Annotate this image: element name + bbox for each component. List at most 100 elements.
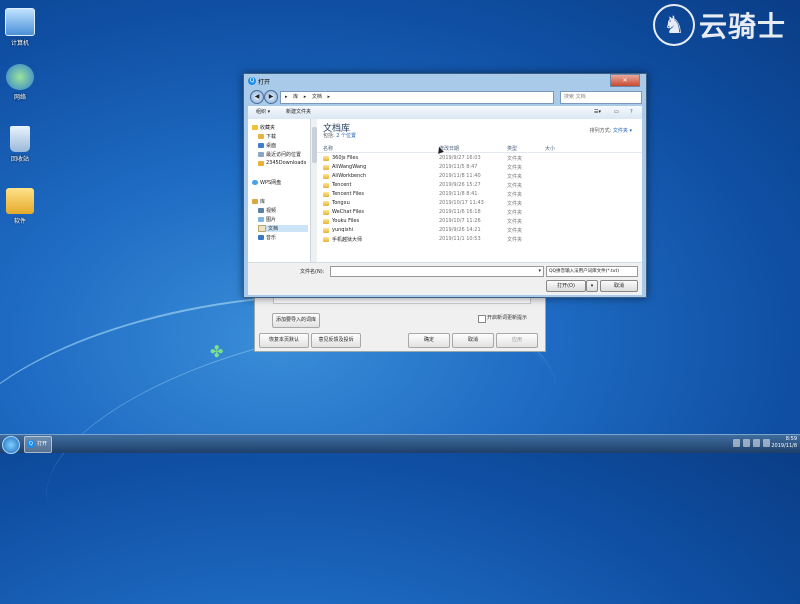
search-placeholder: 搜索 文档 (564, 94, 586, 100)
breadcrumb-documents[interactable]: 文档 (312, 94, 322, 100)
qq-pinyin-icon: Q (27, 439, 35, 448)
new-folder-button[interactable]: 新建文件夹 (286, 106, 311, 119)
folder-icon (323, 210, 329, 215)
navigation-bar: ◀ ▶ ▸ 库 ▸ 文档 ▸ 搜索 文档 (244, 88, 646, 106)
column-name[interactable]: 名称 (323, 145, 333, 152)
file-row[interactable]: AliWorkbench 2019/11/8 11:40 文件夹 (317, 172, 642, 181)
start-button[interactable] (2, 436, 20, 454)
network-icon (6, 64, 34, 90)
file-row[interactable]: AliWangWang 2019/11/5 8:47 文件夹 (317, 163, 642, 172)
file-type: 文件夹 (507, 165, 523, 171)
file-name: Youku Files (332, 218, 360, 224)
filename-label: 文件名(N): (300, 269, 325, 275)
folder-icon (323, 183, 329, 188)
address-bar[interactable]: ▸ 库 ▸ 文档 ▸ (280, 91, 554, 104)
file-type: 文件夹 (507, 228, 523, 234)
clock-time: 8:59 (785, 436, 797, 442)
breadcrumb-library[interactable]: 库 (293, 94, 298, 100)
nav-wps-cloud[interactable]: WPS网盘 (252, 179, 281, 186)
dialog-toolbar: 组织 ▾ 新建文件夹 ☰▾ ▭ ? (248, 106, 642, 120)
arrange-by: 排列方式: 文件夹 ▾ (589, 128, 632, 134)
organize-button[interactable]: 组织 ▾ (256, 106, 270, 119)
nav-documents[interactable]: 文档 (258, 225, 308, 232)
desktop-icon-network[interactable]: 网络 (0, 64, 40, 101)
help-icon[interactable]: ? (630, 106, 633, 119)
forward-button[interactable]: ▶ (264, 90, 278, 104)
folder-icon (323, 165, 329, 170)
ok-button[interactable]: 确定 (408, 333, 450, 348)
dialog-cancel-button[interactable]: 取消 (600, 280, 638, 292)
file-type: 文件夹 (507, 219, 523, 225)
nav-favorites[interactable]: 收藏夹 (252, 124, 275, 131)
new-word-checkbox[interactable] (478, 315, 486, 323)
nav-library[interactable]: 库 (252, 198, 265, 205)
cancel-button[interactable]: 取消 (452, 333, 494, 348)
file-name: 手机越狱大师 (332, 237, 363, 243)
back-button[interactable]: ◀ (250, 90, 264, 104)
column-type[interactable]: 类型 (507, 145, 517, 152)
file-date: 2019/11/1 10:53 (439, 236, 481, 242)
file-row[interactable]: 360js Files 2019/9/27 16:03 文件夹 (317, 154, 642, 163)
filename-input[interactable]: ▾ (330, 266, 544, 277)
file-date: 2019/9/27 16:03 (439, 155, 481, 161)
search-input[interactable]: 搜索 文档 (560, 91, 642, 104)
folder-icon (258, 160, 264, 166)
file-row[interactable]: WeChat Files 2019/11/6 16:18 文件夹 (317, 208, 642, 217)
view-icon[interactable]: ☰▾ (594, 106, 601, 119)
filetype-select[interactable]: QQ拼音输入法用户词库文件(*.txt) (546, 266, 638, 277)
music-icon (258, 235, 264, 240)
file-row[interactable]: Tongxu 2019/10/17 11:43 文件夹 (317, 199, 642, 208)
desktop-icon-software[interactable]: 软件 (0, 188, 40, 225)
feedback-button[interactable]: 意见反馈及投诉 (311, 333, 361, 348)
preview-pane-icon[interactable]: ▭ (614, 106, 619, 119)
library-locations-link[interactable]: 2 个位置 (336, 133, 356, 139)
file-date: 2019/9/26 15:27 (439, 182, 481, 188)
nav-music[interactable]: 音乐 (258, 234, 276, 241)
file-type: 文件夹 (507, 174, 523, 180)
library-includes: 包括: 2 个位置 (323, 133, 357, 139)
nav-videos[interactable]: 视频 (258, 207, 276, 214)
file-date: 2019/11/8 11:40 (439, 173, 481, 179)
add-dict-button[interactable]: 添加要导入的词库 (272, 313, 320, 328)
file-type: 文件夹 (507, 201, 523, 207)
tray-icon[interactable] (753, 439, 760, 447)
open-options-button[interactable]: ▾ (586, 280, 598, 292)
taskbar: Q 打开 8:59 2019/11/8 (0, 434, 800, 454)
file-date: 2019/11/8 8:41 (439, 191, 478, 197)
close-button[interactable]: ✕ (610, 74, 640, 87)
desktop-icon-computer[interactable]: 计算机 (0, 8, 40, 47)
nav-recent[interactable]: 最近访问的位置 (258, 151, 301, 158)
file-row[interactable]: Tencent 2019/9/26 15:27 文件夹 (317, 181, 642, 190)
nav-pictures[interactable]: 图片 (258, 216, 276, 223)
file-date: 2019/9/26 14:21 (439, 227, 481, 233)
column-size[interactable]: 大小 (545, 145, 555, 152)
arrange-by-dropdown[interactable]: 文件夹 ▾ (613, 128, 632, 134)
document-icon (258, 225, 266, 232)
dialog-title: 打开 (258, 79, 271, 86)
taskbar-app-open-dialog[interactable]: Q 打开 (24, 436, 52, 453)
column-headers: 名称 修改日期 类型 大小 (317, 143, 642, 153)
qq-pinyin-icon: Q (248, 77, 256, 85)
file-type: 文件夹 (507, 210, 523, 216)
file-row[interactable]: yunqishi 2019/9/26 14:21 文件夹 (317, 226, 642, 235)
file-row[interactable]: Tencent Files 2019/11/8 8:41 文件夹 (317, 190, 642, 199)
file-row[interactable]: Youku Files 2019/10/7 11:26 文件夹 (317, 217, 642, 226)
nav-2345downloads[interactable]: 2345Downloads (258, 160, 306, 166)
file-type: 文件夹 (507, 183, 523, 189)
nav-desktop[interactable]: 桌面 (258, 142, 276, 149)
folder-icon: ▸ (285, 94, 288, 100)
watermark: ♞ 云骑士 (652, 4, 786, 46)
nav-downloads[interactable]: 下载 (258, 133, 276, 140)
star-icon (252, 125, 258, 130)
restore-default-button[interactable]: 恢复本页默认 (259, 333, 309, 348)
file-row[interactable]: 手机越狱大师 2019/11/1 10:53 文件夹 (317, 235, 642, 244)
open-button[interactable]: 打开(O) (546, 280, 586, 292)
clock[interactable]: 8:59 2019/11/8 (771, 436, 797, 450)
desktop-icon-recycle-bin[interactable]: 回收站 (0, 126, 40, 163)
tray-icon[interactable] (743, 439, 750, 447)
tray-icon[interactable] (763, 439, 770, 447)
recent-icon (258, 152, 264, 157)
tray-icon[interactable] (733, 439, 740, 447)
apply-button[interactable]: 应用 (496, 333, 538, 348)
file-list-pane: 文档库 包括: 2 个位置 排列方式: 文件夹 ▾ 名称 修改日期 类型 大小 … (317, 119, 642, 262)
